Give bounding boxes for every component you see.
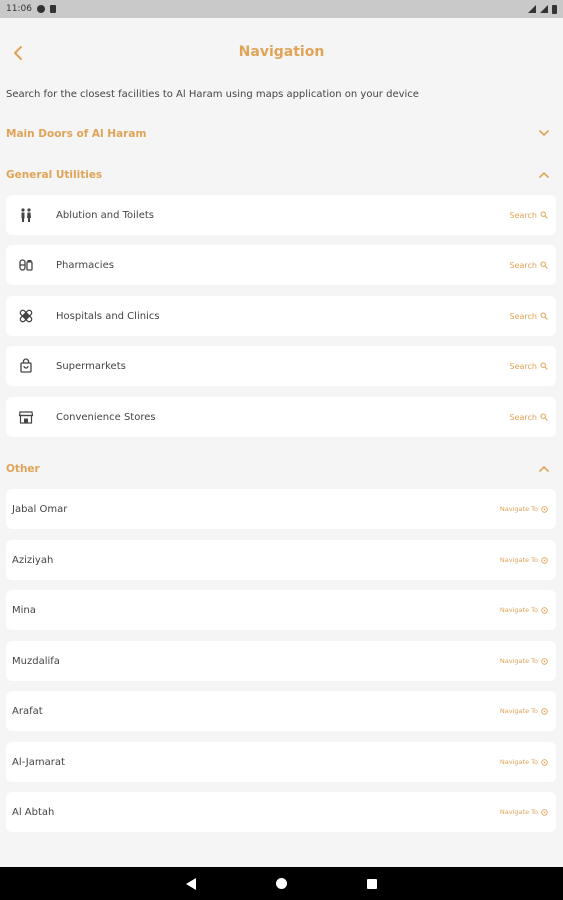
search-icon [540, 312, 548, 320]
system-nav-bar [0, 867, 563, 900]
store-icon [18, 409, 34, 425]
sim-icon [49, 5, 56, 13]
place-item-aziziyah[interactable]: Aziziyah Navigate To [6, 540, 556, 580]
item-label: Al Abtah [12, 806, 55, 818]
navigate-action[interactable]: Navigate To [500, 556, 548, 564]
search-action[interactable]: Search [510, 312, 548, 321]
navigate-label: Navigate To [499, 606, 538, 614]
place-item-mina[interactable]: Mina Navigate To [6, 590, 556, 630]
place-item-al-jamarat[interactable]: Al-Jamarat Navigate To [6, 742, 556, 782]
section-title: Other [6, 463, 40, 475]
page-title: Navigation [238, 44, 325, 60]
search-label: Search [509, 412, 537, 422]
navigate-action[interactable]: Navigate To [500, 808, 548, 816]
search-label: Search [509, 361, 537, 371]
place-item-muzdalifa[interactable]: Muzdalifa Navigate To [6, 641, 556, 681]
utility-item-hospitals[interactable]: Hospitals and Clinics Search [6, 296, 556, 336]
navigate-label: Navigate To [499, 657, 538, 665]
navigate-icon [541, 707, 548, 715]
item-label: Al-Jamarat [12, 756, 65, 768]
search-icon [540, 362, 548, 370]
search-icon [540, 413, 548, 421]
signal-icon [540, 5, 548, 13]
status-bar: 11:06 [0, 0, 563, 18]
utility-item-pharmacies[interactable]: Pharmacies Search [6, 245, 556, 285]
navigate-icon [541, 758, 548, 766]
navigate-icon [541, 505, 548, 513]
section-main-doors[interactable]: Main Doors of Al Haram [0, 122, 563, 146]
restroom-icon [18, 207, 34, 223]
search-action[interactable]: Search [510, 211, 548, 220]
search-icon [540, 211, 548, 219]
item-label: Arafat [12, 705, 43, 717]
place-item-al-abtah[interactable]: Al Abtah Navigate To [6, 792, 556, 832]
system-back-icon[interactable] [186, 877, 196, 890]
utility-item-supermarkets[interactable]: Supermarkets Search [6, 346, 556, 386]
wifi-icon [528, 5, 536, 13]
search-label: Search [509, 311, 537, 321]
status-time: 11:06 [6, 4, 32, 14]
item-label: Ablution and Toilets [56, 209, 154, 221]
search-label: Search [509, 210, 537, 220]
item-label: Jabal Omar [12, 503, 68, 515]
navigate-icon [541, 808, 548, 816]
item-label: Pharmacies [56, 259, 114, 271]
navigate-label: Navigate To [499, 808, 538, 816]
search-action[interactable]: Search [510, 261, 548, 270]
place-item-jabal-omar[interactable]: Jabal Omar Navigate To [6, 489, 556, 529]
system-recents-icon[interactable] [367, 878, 377, 889]
chevron-down-icon [539, 129, 549, 140]
search-icon [540, 261, 548, 269]
navigate-action[interactable]: Navigate To [500, 505, 548, 513]
header: Navigation [0, 18, 563, 88]
navigate-icon [541, 556, 548, 564]
navigate-icon [541, 606, 548, 614]
section-title: Main Doors of Al Haram [6, 128, 147, 140]
shopping-bag-icon [18, 358, 34, 374]
item-label: Mina [12, 604, 36, 616]
item-label: Supermarkets [56, 360, 126, 372]
utility-item-convenience-stores[interactable]: Convenience Stores Search [6, 397, 556, 437]
section-other[interactable]: Other [0, 457, 563, 481]
navigate-label: Navigate To [499, 758, 538, 766]
item-label: Muzdalifa [12, 655, 60, 667]
search-label: Search [509, 260, 537, 270]
app-notification-icon [36, 5, 45, 13]
navigate-label: Navigate To [499, 556, 538, 564]
item-label: Convenience Stores [56, 411, 156, 423]
section-title: General Utilities [6, 169, 103, 181]
system-home-icon[interactable] [276, 878, 287, 889]
place-item-arafat[interactable]: Arafat Navigate To [6, 691, 556, 731]
navigate-icon [541, 657, 548, 665]
intro-text: Search for the closest facilities to Al … [6, 89, 419, 100]
item-label: Hospitals and Clinics [56, 310, 160, 322]
navigate-action[interactable]: Navigate To [500, 707, 548, 715]
navigate-action[interactable]: Navigate To [500, 758, 548, 766]
item-label: Aziziyah [12, 554, 54, 566]
battery-icon [552, 4, 557, 14]
navigate-label: Navigate To [499, 707, 538, 715]
navigate-action[interactable]: Navigate To [500, 606, 548, 614]
pharmacy-icon [18, 257, 34, 273]
search-action[interactable]: Search [510, 413, 548, 422]
bandage-icon [18, 308, 34, 324]
navigate-action[interactable]: Navigate To [500, 657, 548, 665]
utility-item-ablution[interactable]: Ablution and Toilets Search [6, 195, 556, 235]
section-general-utilities[interactable]: General Utilities [0, 163, 563, 187]
chevron-up-icon [539, 170, 549, 181]
navigate-label: Navigate To [499, 505, 538, 513]
chevron-up-icon [539, 464, 549, 475]
search-action[interactable]: Search [510, 362, 548, 371]
